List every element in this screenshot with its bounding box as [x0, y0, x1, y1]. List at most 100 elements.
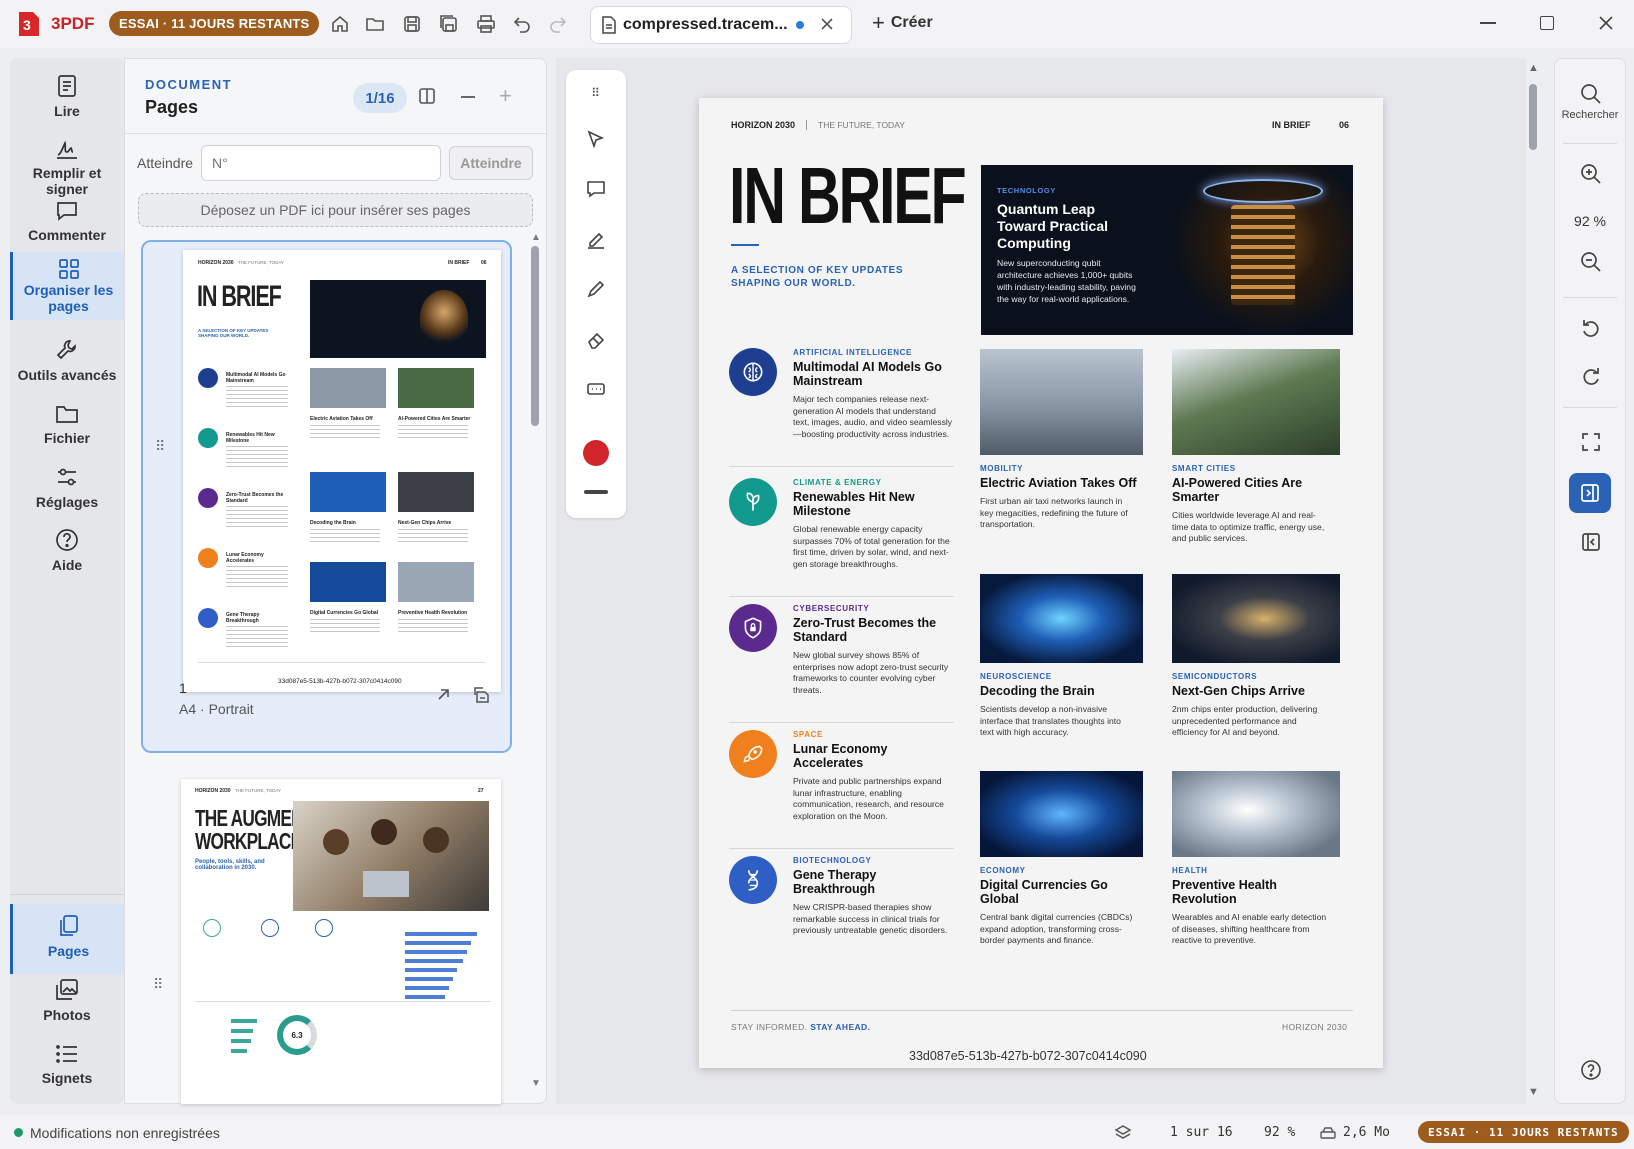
layers-icon[interactable] [1114, 1124, 1132, 1142]
thumbs-scrollbar[interactable]: ▲ ▼ [530, 232, 541, 1092]
help-icon [55, 528, 79, 552]
news-category: SPACE [793, 730, 823, 739]
color-picker-swatch[interactable] [583, 440, 609, 466]
close-window-icon[interactable] [1598, 15, 1614, 31]
thumbs-scroll-thumb[interactable] [531, 246, 539, 426]
thumb-item-lines [226, 506, 288, 528]
nav-photos[interactable]: Photos [10, 978, 124, 1023]
redo-icon[interactable] [544, 10, 572, 38]
thumb-cell-lines [310, 529, 380, 545]
undo-icon[interactable] [508, 10, 536, 38]
extract-page-icon[interactable] [435, 687, 451, 703]
viewer-scroll-down-icon[interactable]: ▼ [1528, 1086, 1539, 1098]
quantum-ring-image [1203, 179, 1323, 203]
nav-help[interactable]: Aide [10, 528, 124, 573]
help-icon[interactable] [1576, 1055, 1606, 1085]
home-icon[interactable] [326, 10, 354, 38]
zoom-status: 92 % [1264, 1125, 1296, 1140]
thumb-cell-title: Decoding the Brain [310, 520, 356, 526]
news-card: HEALTH Preventive Health Revolution Wear… [1172, 771, 1340, 971]
comment-tool-icon[interactable] [581, 174, 611, 204]
stroke-width-picker[interactable] [584, 490, 608, 494]
leaf-icon [729, 478, 777, 526]
header-separator [806, 120, 807, 130]
viewer-scroll-thumb[interactable] [1529, 84, 1537, 150]
maximize-icon[interactable] [1540, 16, 1554, 30]
thumb-cell-image [310, 368, 386, 408]
trial-status-badge[interactable]: ESSAI · 11 JOURS RESTANTS [1418, 1121, 1629, 1143]
select-arrow-icon[interactable] [581, 124, 611, 154]
scroll-down-icon[interactable]: ▼ [531, 1078, 541, 1089]
nav-pages[interactable]: Pages [10, 904, 124, 974]
folder-icon [55, 403, 79, 425]
eraser-tool-icon[interactable] [581, 324, 611, 354]
nav-file[interactable]: Fichier [10, 403, 124, 446]
panel-title: Pages [145, 97, 199, 117]
zoom-out-icon[interactable] [1576, 247, 1606, 277]
search-icon[interactable] [1576, 79, 1606, 109]
rb-divider [1563, 297, 1617, 298]
save-icon[interactable] [398, 10, 426, 38]
annotation-toolbox: ⠿ [566, 70, 626, 518]
thumb-big-title: IN BRIEF [197, 280, 282, 313]
nav-fill-sign[interactable]: Remplir et signer [10, 136, 124, 197]
nav-read[interactable]: Lire [10, 74, 124, 119]
goto-page-input[interactable] [201, 145, 441, 181]
toggle-left-panel-icon[interactable] [1576, 527, 1606, 557]
news-card-image [1172, 349, 1340, 455]
thumb-page-num: 06 [481, 260, 487, 266]
print-icon[interactable] [472, 10, 500, 38]
news-item-text: SPACE Lunar Economy Accelerates Private … [793, 730, 953, 822]
thumb-cell-title: Preventive Health Revolution [398, 610, 468, 616]
thumb-cell-title: Next-Gen Chips Arrive [398, 520, 452, 526]
scroll-up-icon[interactable]: ▲ [531, 232, 541, 243]
replace-page-icon[interactable] [473, 686, 491, 704]
rocket-icon [729, 730, 777, 778]
save-as-icon[interactable] [435, 10, 463, 38]
svg-text:3: 3 [23, 17, 31, 33]
nav-settings[interactable]: Réglages [10, 465, 124, 510]
nav-advanced-tools[interactable]: Outils avancés [10, 338, 124, 383]
nav-organize-pages[interactable]: Organiser les pages [10, 252, 124, 320]
rotate-left-icon[interactable] [1576, 313, 1606, 343]
trial-badge[interactable]: ESSAI · 11 JOURS RESTANTS [109, 11, 320, 36]
open-folder-icon[interactable] [361, 10, 389, 38]
drag-handle-icon[interactable]: ⠿ [155, 438, 165, 455]
book-icon [56, 74, 78, 98]
viewer-scrollbar[interactable]: ▲ ▼ [1526, 62, 1540, 1102]
viewer-scroll-up-icon[interactable]: ▲ [1528, 62, 1539, 74]
goto-button[interactable]: Atteindre [449, 146, 533, 180]
news-category: BIOTECHNOLOGY [793, 856, 872, 865]
two-column-icon[interactable] [418, 87, 436, 105]
minimize-icon[interactable] [1480, 22, 1496, 24]
pdf-dropzone[interactable]: Déposez un PDF ici pour insérer ses page… [138, 193, 533, 227]
app-name: 3PDF [51, 14, 95, 33]
rotate-right-icon[interactable] [1576, 361, 1606, 391]
right-toolbar: Rechercher 92 % [1554, 58, 1626, 1104]
close-tab-icon[interactable] [819, 16, 835, 32]
thumbnail-page-2[interactable]: HORIZON 2030 THE FUTURE, TODAY 27 THE AU… [181, 779, 501, 1104]
nav-bookmarks[interactable]: Signets [10, 1043, 124, 1086]
pen-tool-icon[interactable] [581, 274, 611, 304]
page-counter[interactable]: 1/16 [353, 83, 407, 113]
thumb-item-title: Renewables Hit New Milestone [226, 432, 275, 444]
document-tab[interactable]: compressed.tracem... [590, 6, 852, 44]
zoom-in-thumbs-icon[interactable]: + [499, 85, 512, 107]
footer-rule [731, 1010, 1353, 1011]
drag-handle-icon[interactable]: ⠿ [153, 976, 163, 993]
search-label[interactable]: Rechercher [1555, 109, 1625, 121]
unsaved-status: Modifications non enregistrées [30, 1125, 220, 1141]
grip-icon[interactable]: ⠿ [581, 78, 611, 108]
news-body: Major tech companies release next-genera… [793, 394, 953, 439]
fullscreen-icon[interactable] [1576, 427, 1606, 457]
new-tab-button[interactable]: + Créer [872, 12, 933, 34]
news-title: Zero-Trust Becomes the Standard [793, 616, 937, 644]
text-box-tool-icon[interactable] [581, 374, 611, 404]
nav-comment[interactable]: Commenter [10, 200, 124, 243]
highlight-tool-icon[interactable] [581, 224, 611, 254]
toggle-right-panel-icon[interactable] [1569, 473, 1611, 513]
news-card: ECONOMY Digital Currencies Go Global Cen… [980, 771, 1143, 971]
zoom-out-thumbs-icon[interactable] [461, 96, 475, 98]
zoom-in-icon[interactable] [1576, 159, 1606, 189]
page-thumbnail-card-1[interactable]: ⠿ HORIZON 2030 THE FUTURE, TODAY IN BRIE… [141, 240, 512, 753]
